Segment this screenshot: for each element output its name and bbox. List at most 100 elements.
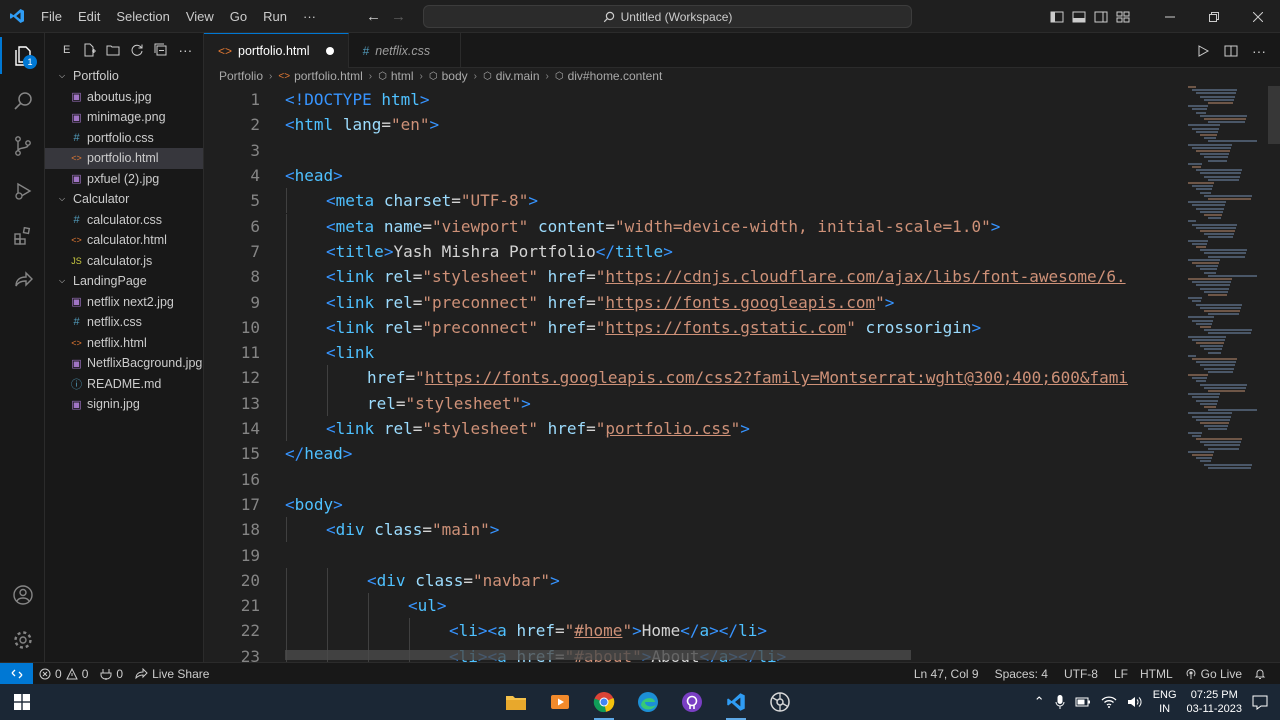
- file-item[interactable]: JS calculator.js: [45, 251, 203, 272]
- editor-more-actions-icon[interactable]: ···: [1252, 43, 1266, 59]
- vertical-scrollbar[interactable]: [1268, 86, 1280, 144]
- menu-item-file[interactable]: File: [33, 0, 70, 33]
- ports-indicator[interactable]: 0: [94, 667, 129, 681]
- live-share-button[interactable]: Live Share: [129, 667, 215, 681]
- file-item[interactable]: <> portfolio.html: [45, 148, 203, 169]
- code-line[interactable]: 15 </head>: [204, 441, 1184, 466]
- encoding[interactable]: UTF-8: [1058, 667, 1104, 681]
- run-play-icon[interactable]: [1196, 44, 1210, 58]
- remote-indicator-icon[interactable]: [0, 662, 33, 685]
- code-line[interactable]: 4 <head>: [204, 163, 1184, 188]
- code-line[interactable]: 21 <ul>: [204, 593, 1184, 618]
- folder-item[interactable]: ⌵ Portfolio: [45, 66, 203, 87]
- run-debug-icon[interactable]: [0, 168, 45, 213]
- refresh-icon[interactable]: [130, 43, 144, 57]
- split-editor-icon[interactable]: [1224, 44, 1238, 58]
- settings-app-icon[interactable]: [758, 684, 802, 720]
- wifi-icon[interactable]: [1101, 695, 1117, 709]
- notification-center-icon[interactable]: [1252, 694, 1268, 710]
- code-line[interactable]: 20 <div class="navbar">: [204, 568, 1184, 593]
- code-line[interactable]: 10 <link rel="preconnect" href="https://f…: [204, 315, 1184, 340]
- file-item[interactable]: <> netflix.html: [45, 333, 203, 354]
- unsaved-dot-icon[interactable]: [325, 47, 334, 55]
- source-control-icon[interactable]: [0, 123, 45, 168]
- end-of-line[interactable]: LF: [1108, 667, 1134, 681]
- menu-item-edit[interactable]: Edit: [70, 0, 108, 33]
- accounts-icon[interactable]: [0, 572, 45, 617]
- minimize-button[interactable]: [1148, 0, 1192, 33]
- code-line[interactable]: 5 <meta charset="UTF-8">: [204, 188, 1184, 213]
- code-line[interactable]: 7 <title>Yash Mishra Portfolio</title>: [204, 239, 1184, 264]
- search-view-icon[interactable]: [0, 78, 45, 123]
- show-hidden-icons-chevron-icon[interactable]: ⌃: [1034, 694, 1045, 710]
- file-item[interactable]: ▣ netflix next2.jpg: [45, 292, 203, 313]
- chevron-down-icon[interactable]: ⌵: [59, 276, 73, 286]
- tab-netflix-css[interactable]: # netflix.css: [349, 33, 462, 68]
- toggle-primary-sidebar-icon[interactable]: [1050, 10, 1064, 24]
- cursor-position[interactable]: Ln 47, Col 9: [908, 667, 985, 681]
- media-app-icon[interactable]: [538, 684, 582, 720]
- menu-item-view[interactable]: View: [178, 0, 222, 33]
- chrome-icon[interactable]: [582, 684, 626, 720]
- code-line[interactable]: 9 <link rel="preconnect" href="https://fo…: [204, 289, 1184, 314]
- file-item[interactable]: ▣ signin.jpg: [45, 394, 203, 415]
- code-line[interactable]: 1 <!DOCTYPE html>: [204, 87, 1184, 112]
- toggle-secondary-sidebar-icon[interactable]: [1094, 10, 1108, 24]
- toggle-panel-icon[interactable]: [1072, 10, 1086, 24]
- file-item[interactable]: # netflix.css: [45, 312, 203, 333]
- file-item[interactable]: ⓘ README.md: [45, 374, 203, 395]
- battery-icon[interactable]: [1075, 696, 1091, 708]
- file-item[interactable]: ▣ minimage.png: [45, 107, 203, 128]
- code-line[interactable]: 18 <div class="main">: [204, 517, 1184, 542]
- file-item[interactable]: # calculator.css: [45, 210, 203, 231]
- forward-arrow-icon[interactable]: →: [391, 8, 406, 25]
- code-line[interactable]: 13 rel="stylesheet">: [204, 391, 1184, 416]
- live-share-icon[interactable]: [0, 258, 45, 303]
- folder-item[interactable]: ⌵ Calculator: [45, 189, 203, 210]
- collapse-all-icon[interactable]: [154, 43, 168, 57]
- breadcrumb-item[interactable]: body: [442, 69, 468, 83]
- breadcrumb-item[interactable]: portfolio.html: [294, 69, 363, 83]
- horizontal-scrollbar[interactable]: [285, 650, 911, 660]
- breadcrumb-item[interactable]: html: [391, 69, 414, 83]
- volume-icon[interactable]: [1127, 695, 1143, 709]
- tab-portfolio-html[interactable]: <> portfolio.html: [204, 33, 349, 68]
- microphone-icon[interactable]: [1055, 694, 1065, 710]
- vscode-taskbar-icon[interactable]: [714, 684, 758, 720]
- code-line[interactable]: 14 <link rel="stylesheet" href="portfolio…: [204, 416, 1184, 441]
- code-line[interactable]: 2 <html lang="en">: [204, 112, 1184, 137]
- indentation[interactable]: Spaces: 4: [989, 667, 1054, 681]
- code-line[interactable]: 16: [204, 467, 1184, 492]
- file-item[interactable]: <> calculator.html: [45, 230, 203, 251]
- breadcrumb-item[interactable]: Portfolio: [219, 69, 263, 83]
- manage-gear-icon[interactable]: [0, 617, 45, 662]
- folder-item[interactable]: ⌵ LandingPage: [45, 271, 203, 292]
- file-item[interactable]: # portfolio.css: [45, 128, 203, 149]
- github-desktop-icon[interactable]: [670, 684, 714, 720]
- file-item[interactable]: ▣ pxfuel (2).jpg: [45, 169, 203, 190]
- input-language[interactable]: ENG IN: [1153, 688, 1177, 716]
- minimap[interactable]: [1186, 86, 1266, 486]
- code-line[interactable]: 3: [204, 138, 1184, 163]
- new-file-icon[interactable]: [82, 43, 97, 57]
- breadcrumb-item[interactable]: div.main: [496, 69, 540, 83]
- menu-item-selection[interactable]: Selection: [108, 0, 177, 33]
- restore-button[interactable]: [1192, 0, 1236, 33]
- code-line[interactable]: 19: [204, 542, 1184, 567]
- chevron-down-icon[interactable]: ⌵: [59, 71, 73, 81]
- edge-icon[interactable]: [626, 684, 670, 720]
- extensions-icon[interactable]: [0, 213, 45, 258]
- code-line[interactable]: 6 <meta name="viewport" content="width=de…: [204, 214, 1184, 239]
- windows-start-icon[interactable]: [0, 684, 44, 720]
- problems-indicator[interactable]: 0 0: [33, 667, 94, 681]
- command-center-search[interactable]: Untitled (Workspace): [423, 5, 912, 28]
- chevron-down-icon[interactable]: ⌵: [59, 194, 73, 204]
- customize-layout-icon[interactable]: [1116, 10, 1130, 24]
- language-mode[interactable]: HTML: [1134, 667, 1179, 681]
- back-arrow-icon[interactable]: ←: [366, 8, 381, 25]
- file-item[interactable]: ▣ aboutus.jpg: [45, 87, 203, 108]
- file-item[interactable]: ▣ NetflixBacground.jpg: [45, 353, 203, 374]
- go-live-button[interactable]: Go Live: [1179, 667, 1248, 681]
- breadcrumb-item[interactable]: div#home.content: [568, 69, 663, 83]
- code-line[interactable]: 22 <li><a href="#home">Home</a></li>: [204, 618, 1184, 643]
